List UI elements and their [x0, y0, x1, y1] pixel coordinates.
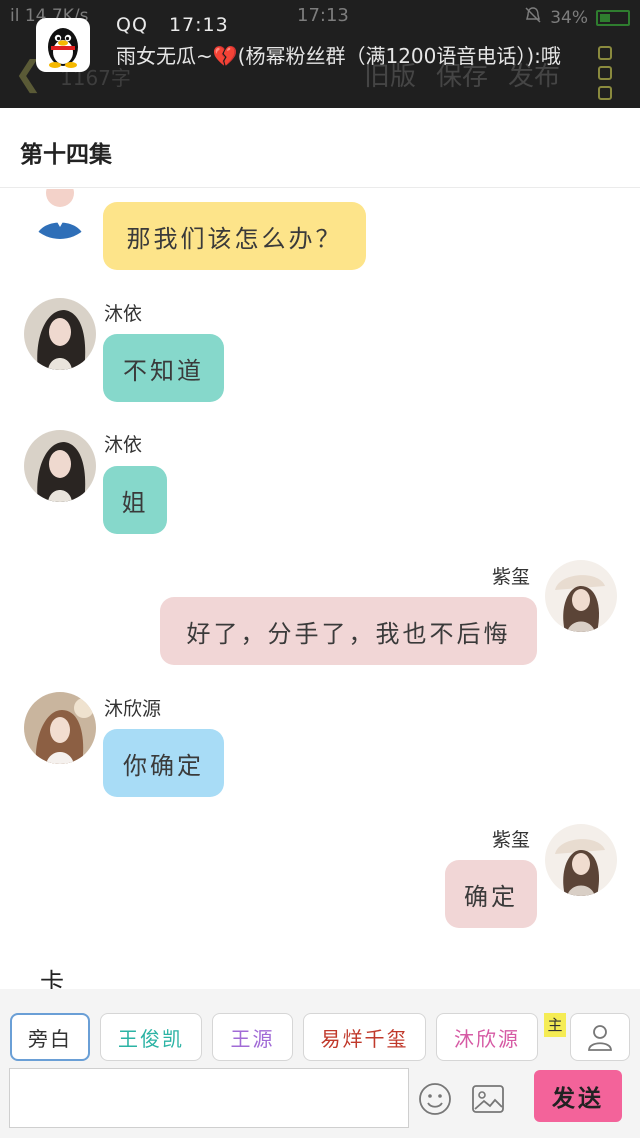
image-icon[interactable]	[470, 1081, 506, 1117]
notification-message: 雨女无瓜~💔(杨幂粉丝群（满1200语音电话）):哦	[116, 40, 626, 69]
role-wang-junkai[interactable]: 王俊凯	[100, 1013, 202, 1061]
top-bar: il 14.7K/s 17:13 34% ❮ 1167字 旧版 保存 发布 QQ…	[0, 0, 640, 108]
message-bubble[interactable]: 姐	[103, 466, 167, 534]
add-role-button[interactable]	[570, 1013, 630, 1061]
chat-area[interactable]: 那我们该怎么办？ 沐依 不知道 沐依 姐 紫玺 好了，分手了，我也不后悔 沐欣源…	[0, 189, 640, 989]
person-icon	[588, 1025, 612, 1051]
avatar[interactable]	[24, 189, 96, 239]
avatar[interactable]	[24, 298, 96, 370]
role-yi-yangqianxi[interactable]: 易烊千玺	[303, 1013, 426, 1061]
notification-app: QQ	[116, 14, 148, 36]
message-input[interactable]	[9, 1068, 409, 1128]
broken-heart-icon: 💔	[212, 44, 238, 68]
message-bubble[interactable]: 那我们该怎么办？	[103, 202, 366, 270]
avatar[interactable]	[545, 824, 617, 896]
role-wang-yuan[interactable]: 王源	[212, 1013, 293, 1061]
role-mu-xinyuan[interactable]: 沐欣源	[436, 1013, 538, 1061]
speaker-name: 沐欣源	[104, 698, 162, 720]
avatar[interactable]	[24, 430, 96, 502]
qq-logo-icon	[36, 18, 90, 72]
screen: il 14.7K/s 17:13 34% ❮ 1167字 旧版 保存 发布 QQ…	[0, 0, 640, 1138]
speaker-name: 紫玺	[492, 566, 531, 588]
episode-title[interactable]: 第十四集	[20, 135, 112, 169]
speaker-name: 沐依	[104, 434, 143, 456]
composer-bar: 旁白 王俊凯 王源 易烊千玺 沐欣源 主 发送	[0, 989, 640, 1138]
speaker-name: 沐依	[104, 303, 143, 325]
avatar[interactable]	[545, 560, 617, 632]
emoji-icon[interactable]	[417, 1081, 453, 1117]
send-button[interactable]: 发送	[534, 1070, 622, 1122]
notification-text: (杨幂粉丝群（满1200语音电话）):哦	[237, 44, 561, 68]
message-bubble[interactable]: 确定	[445, 860, 537, 928]
message-bubble[interactable]: 你确定	[103, 729, 224, 797]
notification-header: QQ 17:13	[116, 14, 229, 36]
speaker-name: 紫玺	[492, 829, 531, 851]
role-narrator[interactable]: 旁白	[10, 1013, 90, 1061]
lead-role-tag: 主	[544, 1013, 566, 1037]
qq-notification[interactable]: QQ 17:13 雨女无瓜~💔(杨幂粉丝群（满1200语音电话）):哦	[0, 0, 640, 86]
notification-sender: 雨女无瓜~	[116, 44, 213, 68]
avatar[interactable]	[24, 692, 96, 764]
message-bubble[interactable]: 好了，分手了，我也不后悔	[160, 597, 537, 665]
message-bubble[interactable]: 不知道	[103, 334, 224, 402]
episode-header: 第十四集	[0, 108, 640, 188]
notification-time: 17:13	[168, 14, 229, 36]
